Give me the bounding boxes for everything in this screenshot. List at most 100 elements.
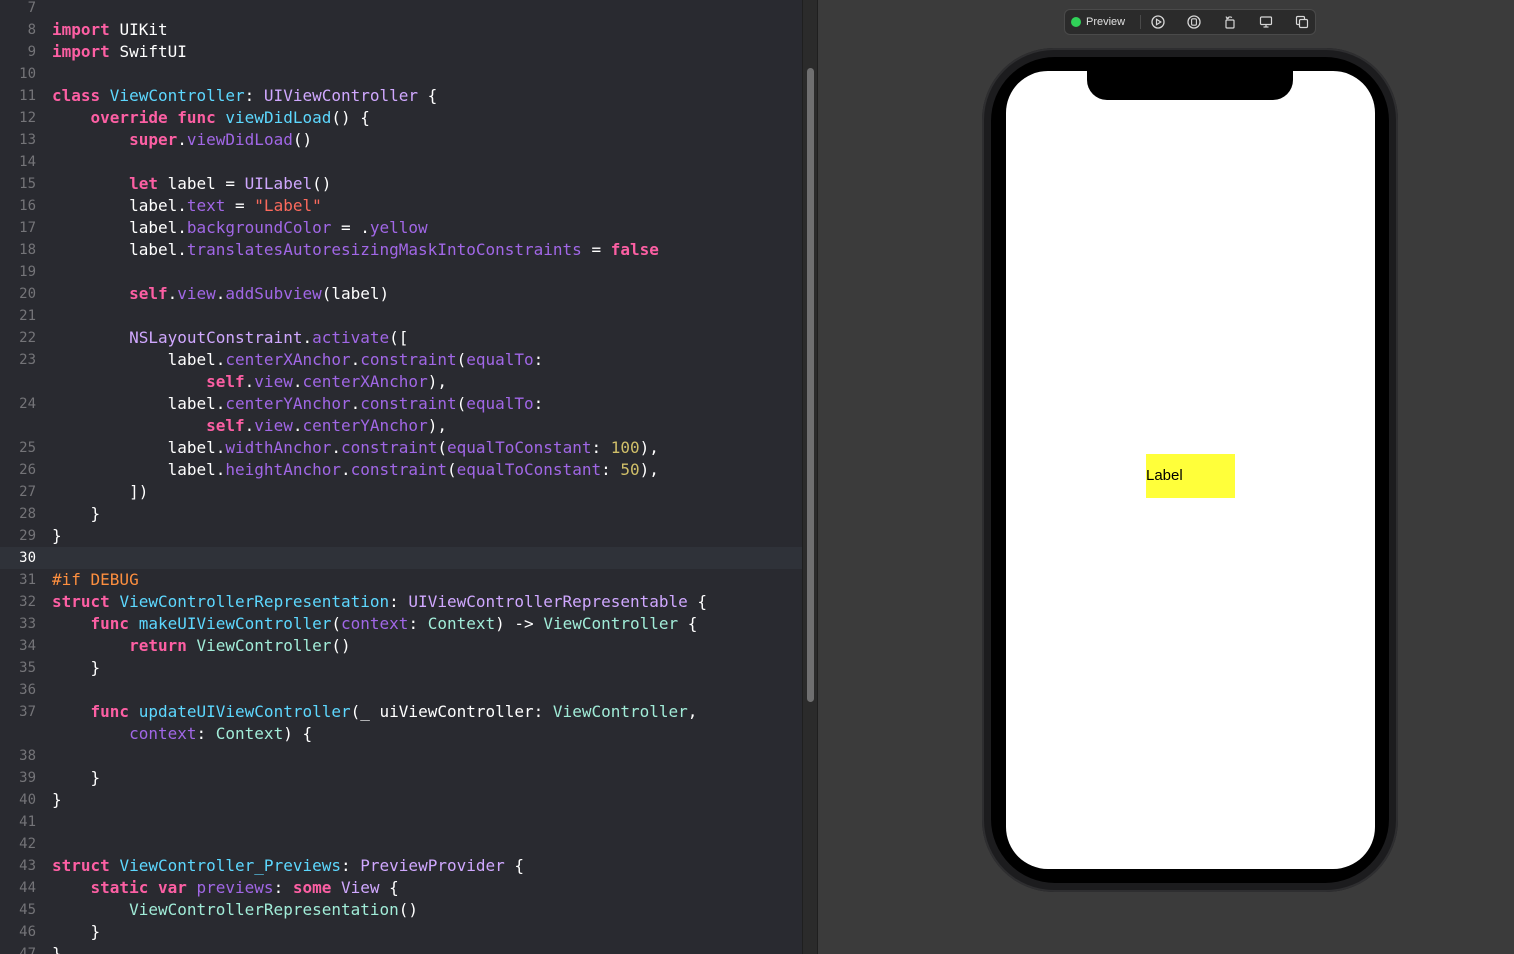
line-number: 29 [19, 528, 36, 544]
code-line[interactable]: 31 #if DEBUG [0, 569, 802, 591]
code-line[interactable]: 17 label.backgroundColor = .yellow [0, 217, 802, 239]
code-line[interactable]: 38 [0, 745, 802, 767]
code-token: : [341, 856, 361, 875]
code-line[interactable]: 14 [0, 151, 802, 173]
scrollbar-thumb[interactable] [807, 68, 814, 702]
code-line[interactable]: 23 label.centerXAnchor.constraint(equalT… [0, 349, 802, 371]
code-token: override [52, 108, 178, 127]
code-line[interactable]: 12 override func viewDidLoad() { [0, 107, 802, 129]
code-line[interactable]: context: Context) { [0, 723, 802, 745]
code-text: label.centerYAnchor.constraint(equalTo: [52, 393, 544, 415]
code-token: context [52, 724, 197, 743]
code-token: 100 [610, 438, 640, 457]
code-line[interactable]: 40} [0, 789, 802, 811]
code-text: self.view.centerXAnchor), [52, 371, 447, 393]
code-text: super.viewDidLoad() [52, 129, 312, 151]
code-token: previews [196, 878, 274, 897]
code-token: updateUIViewController [138, 702, 351, 721]
code-line[interactable]: 43 struct ViewController_Previews: Previe… [0, 855, 802, 877]
code-token: label. [52, 394, 226, 413]
line-number: 40 [19, 792, 36, 808]
live-preview-icon[interactable] [1150, 14, 1166, 30]
code-token: } [52, 922, 101, 941]
code-token: () [398, 900, 419, 919]
code-line[interactable]: 27 ]) [0, 481, 802, 503]
code-text: struct ViewController_Previews: PreviewP… [52, 855, 524, 877]
preview-button[interactable]: Preview [1071, 10, 1125, 34]
code-editor[interactable]: 7 8 import UIKit 9 import SwiftUI 10 11 class V… [0, 0, 802, 954]
code-line[interactable]: 8 import UIKit [0, 19, 802, 41]
code-line[interactable]: 22 NSLayoutConstraint.activate([ [0, 327, 802, 349]
line-number: 23 [19, 352, 36, 368]
code-text: override func viewDidLoad() { [52, 107, 370, 129]
code-line[interactable]: 7 [0, 0, 802, 19]
code-line[interactable]: 47} [0, 943, 802, 954]
duplicate-icon[interactable] [1294, 14, 1310, 30]
code-line[interactable]: 16 label.text = "Label" [0, 195, 802, 217]
code-token: centerYAnchor [225, 394, 351, 413]
code-line[interactable]: 19 [0, 261, 802, 283]
code-line[interactable]: 18 label.translatesAutoresizingMaskIntoC… [0, 239, 802, 261]
code-line[interactable]: 41 [0, 811, 802, 833]
code-text: ]) [52, 481, 148, 503]
code-token: . [350, 350, 361, 369]
code-token: : [244, 86, 264, 105]
code-line[interactable]: 29} [0, 525, 802, 547]
code-line[interactable]: 44 static var previews: some View { [0, 877, 802, 899]
code-token: View [341, 878, 380, 897]
code-line[interactable]: 45 ViewControllerRepresentation() [0, 899, 802, 921]
editor-scrollbar[interactable] [802, 0, 818, 954]
code-line[interactable]: 26 label.heightAnchor.constraint(equalTo… [0, 459, 802, 481]
code-line[interactable]: 30 [0, 547, 802, 569]
line-number: 7 [27, 0, 36, 16]
code-token: () { [331, 108, 370, 127]
code-token: ViewController_Previews [119, 856, 341, 875]
code-token: widthAnchor [225, 438, 332, 457]
code-token: import [52, 42, 120, 61]
code-line[interactable]: 37 func updateUIViewController(_ uiViewC… [0, 701, 802, 723]
code-line[interactable]: 36 [0, 679, 802, 701]
code-token: var [157, 878, 197, 897]
code-line[interactable]: 32 struct ViewControllerRepresentation: U… [0, 591, 802, 613]
code-token: ) -> [495, 614, 544, 633]
code-line[interactable]: 20 self.view.addSubview(label) [0, 283, 802, 305]
code-line[interactable]: 33 func makeUIViewController(context: Co… [0, 613, 802, 635]
code-token: equalTo [466, 350, 534, 369]
code-line[interactable]: 24 label.centerYAnchor.constraint(equalT… [0, 393, 802, 415]
code-token: { [504, 856, 525, 875]
code-token: uiViewController: [379, 702, 553, 721]
device-screen[interactable]: Label [1006, 71, 1375, 869]
code-line[interactable]: 13 super.viewDidLoad() [0, 129, 802, 151]
code-line[interactable]: self.view.centerXAnchor), [0, 371, 802, 393]
code-line[interactable]: 25 label.widthAnchor.constraint(equalToC… [0, 437, 802, 459]
code-line[interactable]: self.view.centerYAnchor), [0, 415, 802, 437]
code-line[interactable]: 28 } [0, 503, 802, 525]
code-line[interactable]: 34 return ViewController() [0, 635, 802, 657]
code-text: label.centerXAnchor.constraint(equalTo: [52, 349, 544, 371]
line-number: 26 [19, 462, 36, 478]
code-token: label. [52, 438, 226, 457]
code-token: heightAnchor [225, 460, 341, 479]
code-line[interactable]: 15 let label = UILabel() [0, 173, 802, 195]
code-line[interactable]: 11 class ViewController: UIViewController… [0, 85, 802, 107]
code-token: constraint [360, 394, 457, 413]
device-notch [1087, 71, 1293, 100]
code-line[interactable]: 10 [0, 63, 802, 85]
code-line[interactable]: 35 } [0, 657, 802, 679]
code-line[interactable]: 9 import SwiftUI [0, 41, 802, 63]
rotate-icon[interactable] [1222, 14, 1238, 30]
code-token: equalToConstant [456, 460, 602, 479]
code-token: super [52, 130, 178, 149]
code-token: view [177, 284, 216, 303]
inspect-icon[interactable] [1186, 14, 1202, 30]
device-icon[interactable] [1258, 14, 1274, 30]
line-number: 10 [19, 66, 36, 82]
code-line[interactable]: 46 } [0, 921, 802, 943]
code-token: "Label" [254, 196, 322, 215]
code-line[interactable]: 42 [0, 833, 802, 855]
code-token: ), [427, 372, 447, 391]
code-token: ViewController [552, 702, 688, 721]
code-token: } [52, 526, 62, 545]
code-line[interactable]: 21 [0, 305, 802, 327]
code-line[interactable]: 39 } [0, 767, 802, 789]
